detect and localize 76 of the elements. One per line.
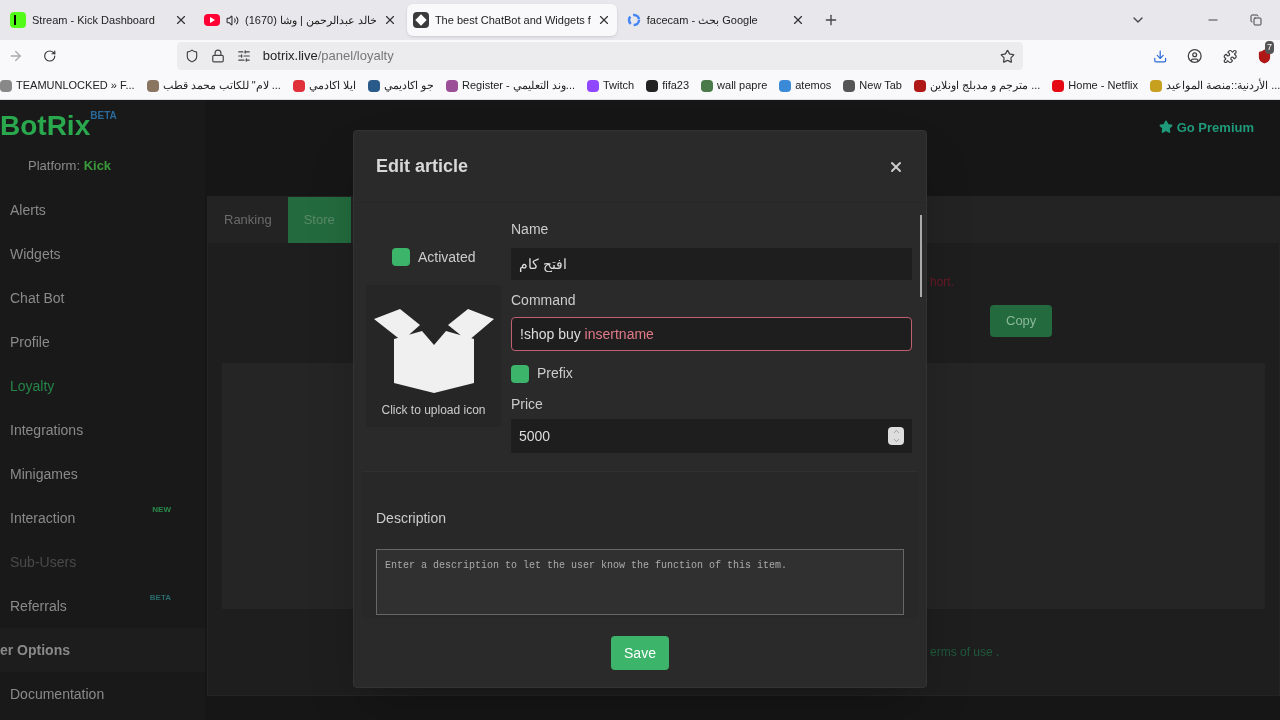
sidebar-item[interactable]: Chat Bot [10, 287, 65, 309]
bookmark[interactable]: ايلا اكادمي [292, 77, 356, 94]
dialog-title: Edit article [376, 155, 469, 178]
tab-title: (1670) خالد عبدالرحمن | وشا [245, 12, 377, 29]
command-label: Command [511, 291, 577, 310]
reload-icon[interactable] [43, 49, 57, 63]
platform-label: Platform: [28, 158, 81, 173]
badge-label: NEW [152, 504, 171, 516]
bookmark[interactable]: New Tab [843, 77, 902, 94]
sidebar-item[interactable]: Profile [10, 331, 50, 353]
extensions-icon[interactable] [1222, 48, 1237, 64]
tab-title: facecam - بحث Google [646, 12, 759, 28]
sidebar-item[interactable]: Widgets [10, 243, 61, 265]
star-icon [1158, 120, 1173, 134]
restore-icon[interactable] [1250, 14, 1262, 26]
bookmark[interactable]: مترجم و مدبلج اونلاين ... [913, 77, 1041, 94]
bookmark[interactable]: TEAMUNLOCKED » F... [0, 77, 135, 94]
bookmark-star-icon[interactable] [999, 48, 1015, 64]
prefix-label: Prefix [537, 364, 573, 383]
warning-text: hort. [930, 274, 954, 291]
sidebar-item[interactable]: Documentation [10, 683, 105, 705]
description-label: Description [376, 509, 448, 528]
bookmark[interactable]: لام" للكاتب محمد قطب ... [146, 77, 281, 94]
sidebar-item[interactable]: Loyalty [10, 375, 55, 397]
play-logo-icon [204, 14, 220, 26]
browser-tab[interactable]: facecam - بحث Google [620, 4, 811, 36]
sidebar-item[interactable]: Minigames [10, 463, 78, 485]
bookmark[interactable]: atemos [779, 77, 832, 94]
bookmark[interactable]: جو اكاديمي [367, 77, 434, 94]
shield-icon[interactable] [184, 49, 199, 63]
download-icon[interactable] [1152, 48, 1168, 64]
logo-text[interactable]: BotRix [0, 112, 91, 140]
bookmark[interactable]: wall papre [701, 77, 768, 94]
badge-label: BETA [149, 592, 171, 604]
platform-name: Kick [83, 158, 112, 173]
name-label: Name [511, 220, 550, 239]
google-logo-icon [626, 13, 641, 27]
price-field[interactable]: 5000 [511, 419, 912, 453]
bot-logo-icon [412, 12, 429, 28]
browser-tab[interactable]: (1670) خالد عبدالرحمن | وشا [198, 4, 403, 36]
premium-link[interactable]: Go Premium [1176, 118, 1254, 138]
tab-title: Stream - Kick Dashboard [32, 12, 156, 28]
description-field[interactable]: Enter a description to let the user know the function of this item. [376, 549, 904, 615]
bookmark[interactable]: Twitch [587, 77, 635, 94]
upload-hint: Click to upload icon [381, 402, 486, 419]
kick-logo-icon [10, 12, 26, 28]
sidebar-item[interactable]: Interaction [10, 507, 76, 529]
upload-area[interactable]: Click to upload icon [366, 285, 501, 427]
activated-label: Activated [418, 247, 476, 267]
bookmark[interactable]: Register - وند التعليمي... [446, 77, 575, 94]
bookmark[interactable]: Home - Netflix [1052, 77, 1139, 94]
sliders-icon[interactable] [236, 49, 251, 63]
command-field[interactable]: !shop buy insertname [511, 317, 912, 351]
bookmark[interactable]: fifa23 [646, 77, 690, 94]
lock-icon[interactable] [210, 49, 225, 63]
section-heading: er Options [0, 640, 70, 660]
beta-label: BETA [90, 109, 117, 123]
account-icon[interactable] [1187, 48, 1203, 64]
sidebar-item[interactable]: Alerts [10, 199, 46, 221]
extension-badge: 7 [1265, 40, 1274, 54]
address-bar[interactable]: botrix.live/panel/loyalty [176, 42, 1023, 70]
checkbox[interactable] [392, 248, 410, 266]
browser-tab[interactable]: The best ChatBot and Widgets f [406, 4, 617, 36]
checkbox[interactable] [511, 364, 529, 383]
price-label: Price [511, 395, 544, 414]
browser-tab[interactable]: Stream - Kick Dashboard [4, 4, 194, 36]
bookmark[interactable]: الأردنية::منصة المواعيد ... [1150, 77, 1280, 94]
speaker-icon[interactable] [226, 13, 239, 27]
url-text: botrix.live/panel/loyalty [262, 47, 395, 66]
sidebar-item[interactable]: Integrations [10, 419, 84, 441]
spinner-icon[interactable] [888, 427, 904, 445]
sidebar-item[interactable]: Referrals [10, 595, 67, 617]
scrollbar-thumb[interactable] [920, 215, 922, 297]
tab-title: The best ChatBot and Widgets f [434, 12, 591, 28]
close-tab-icon[interactable] [174, 13, 188, 27]
name-field[interactable]: افتح كام [511, 248, 912, 280]
